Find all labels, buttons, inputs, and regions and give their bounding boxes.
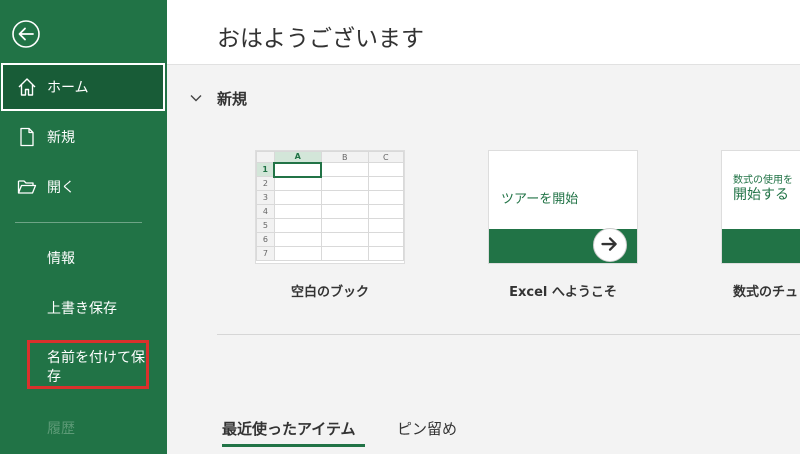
nav-new-label: 新規 [47,130,75,146]
tab-active-underline [222,444,365,447]
grid-cell [273,246,322,261]
row-header: 5 [256,218,275,233]
spreadsheet-preview: A B C 1 2 3 4 5 6 7 [256,151,404,261]
grid-cell [273,232,322,247]
tile-band [722,229,800,263]
nav-info[interactable]: 情報 [47,248,75,268]
grid-cell [367,162,404,177]
column-header: C [367,151,404,163]
row-header: 7 [256,246,275,261]
tile-arrow-button [593,228,627,262]
grid-cell [273,218,322,233]
new-document-icon [20,127,34,147]
template-welcome-tour[interactable]: ツアーを開始 [488,150,638,264]
row-header: 6 [256,232,275,247]
grid-cell [320,232,369,247]
nav-home-label: ホーム [47,80,89,96]
grid-cell [320,176,369,191]
header: おはようございます [167,0,800,65]
template-caption: Excel へようこそ [509,285,617,300]
grid-cell [367,246,404,261]
tab-recent[interactable]: 最近使ったアイテム [222,418,356,439]
grid-cell [320,204,369,219]
grid-cell [320,162,369,177]
back-arrow-icon[interactable] [11,19,41,49]
nav-save-as[interactable]: 名前を付けて保存 [27,340,149,389]
grid-cell [367,232,404,247]
grid-cell [320,246,369,261]
home-icon [18,78,36,96]
template-formula-tutorial[interactable]: 数式の使用を 開始する [721,150,800,264]
row-header: 3 [256,190,275,205]
grid-cell [367,176,404,191]
corner-cell [256,151,275,163]
chevron-down-icon[interactable] [189,91,203,105]
tile-text: 開始する [733,187,789,203]
nav-open-label: 開く [47,180,75,196]
row-header: 2 [256,176,275,191]
grid-cell [367,190,404,205]
tile-text: ツアーを開始 [501,192,579,207]
nav-save-as-label: 名前を付けて保存 [47,350,145,385]
greeting: おはようございます [217,26,424,52]
active-cell [273,161,323,178]
nav-home[interactable]: ホーム [1,63,165,111]
grid-cell [367,218,404,233]
grid-cell [320,218,369,233]
grid-cell [367,204,404,219]
template-caption: 空白のブック [290,285,369,300]
open-folder-icon [17,180,37,194]
grid-cell [273,176,322,191]
nav-history[interactable]: 履歴 [47,418,75,438]
template-blank-workbook[interactable]: A B C 1 2 3 4 5 6 7 [255,150,405,264]
nav-open[interactable]: 開く [0,164,167,210]
sidebar-divider [15,222,142,223]
grid-cell [273,190,322,205]
column-header: B [320,151,369,163]
grid-cell [273,204,322,219]
section-separator [217,334,800,335]
nav-new[interactable]: 新規 [0,114,167,160]
nav-save[interactable]: 上書き保存 [47,298,117,318]
section-title-new: 新規 [217,90,248,108]
arrow-right-icon [601,237,617,251]
backstage-main: おはようございます 新規 A B C 1 2 3 4 5 6 7 空白のブック [167,0,800,454]
grid-cell [320,190,369,205]
tab-pinned[interactable]: ピン留め [397,418,457,439]
template-caption: 数式のチュ [733,285,799,300]
row-header: 1 [256,162,275,177]
row-header: 4 [256,204,275,219]
backstage-sidebar: ホーム 新規 開く 情報 上書き保存 名前を付けて保存 履歴 [0,0,167,454]
column-header: A [273,151,322,164]
